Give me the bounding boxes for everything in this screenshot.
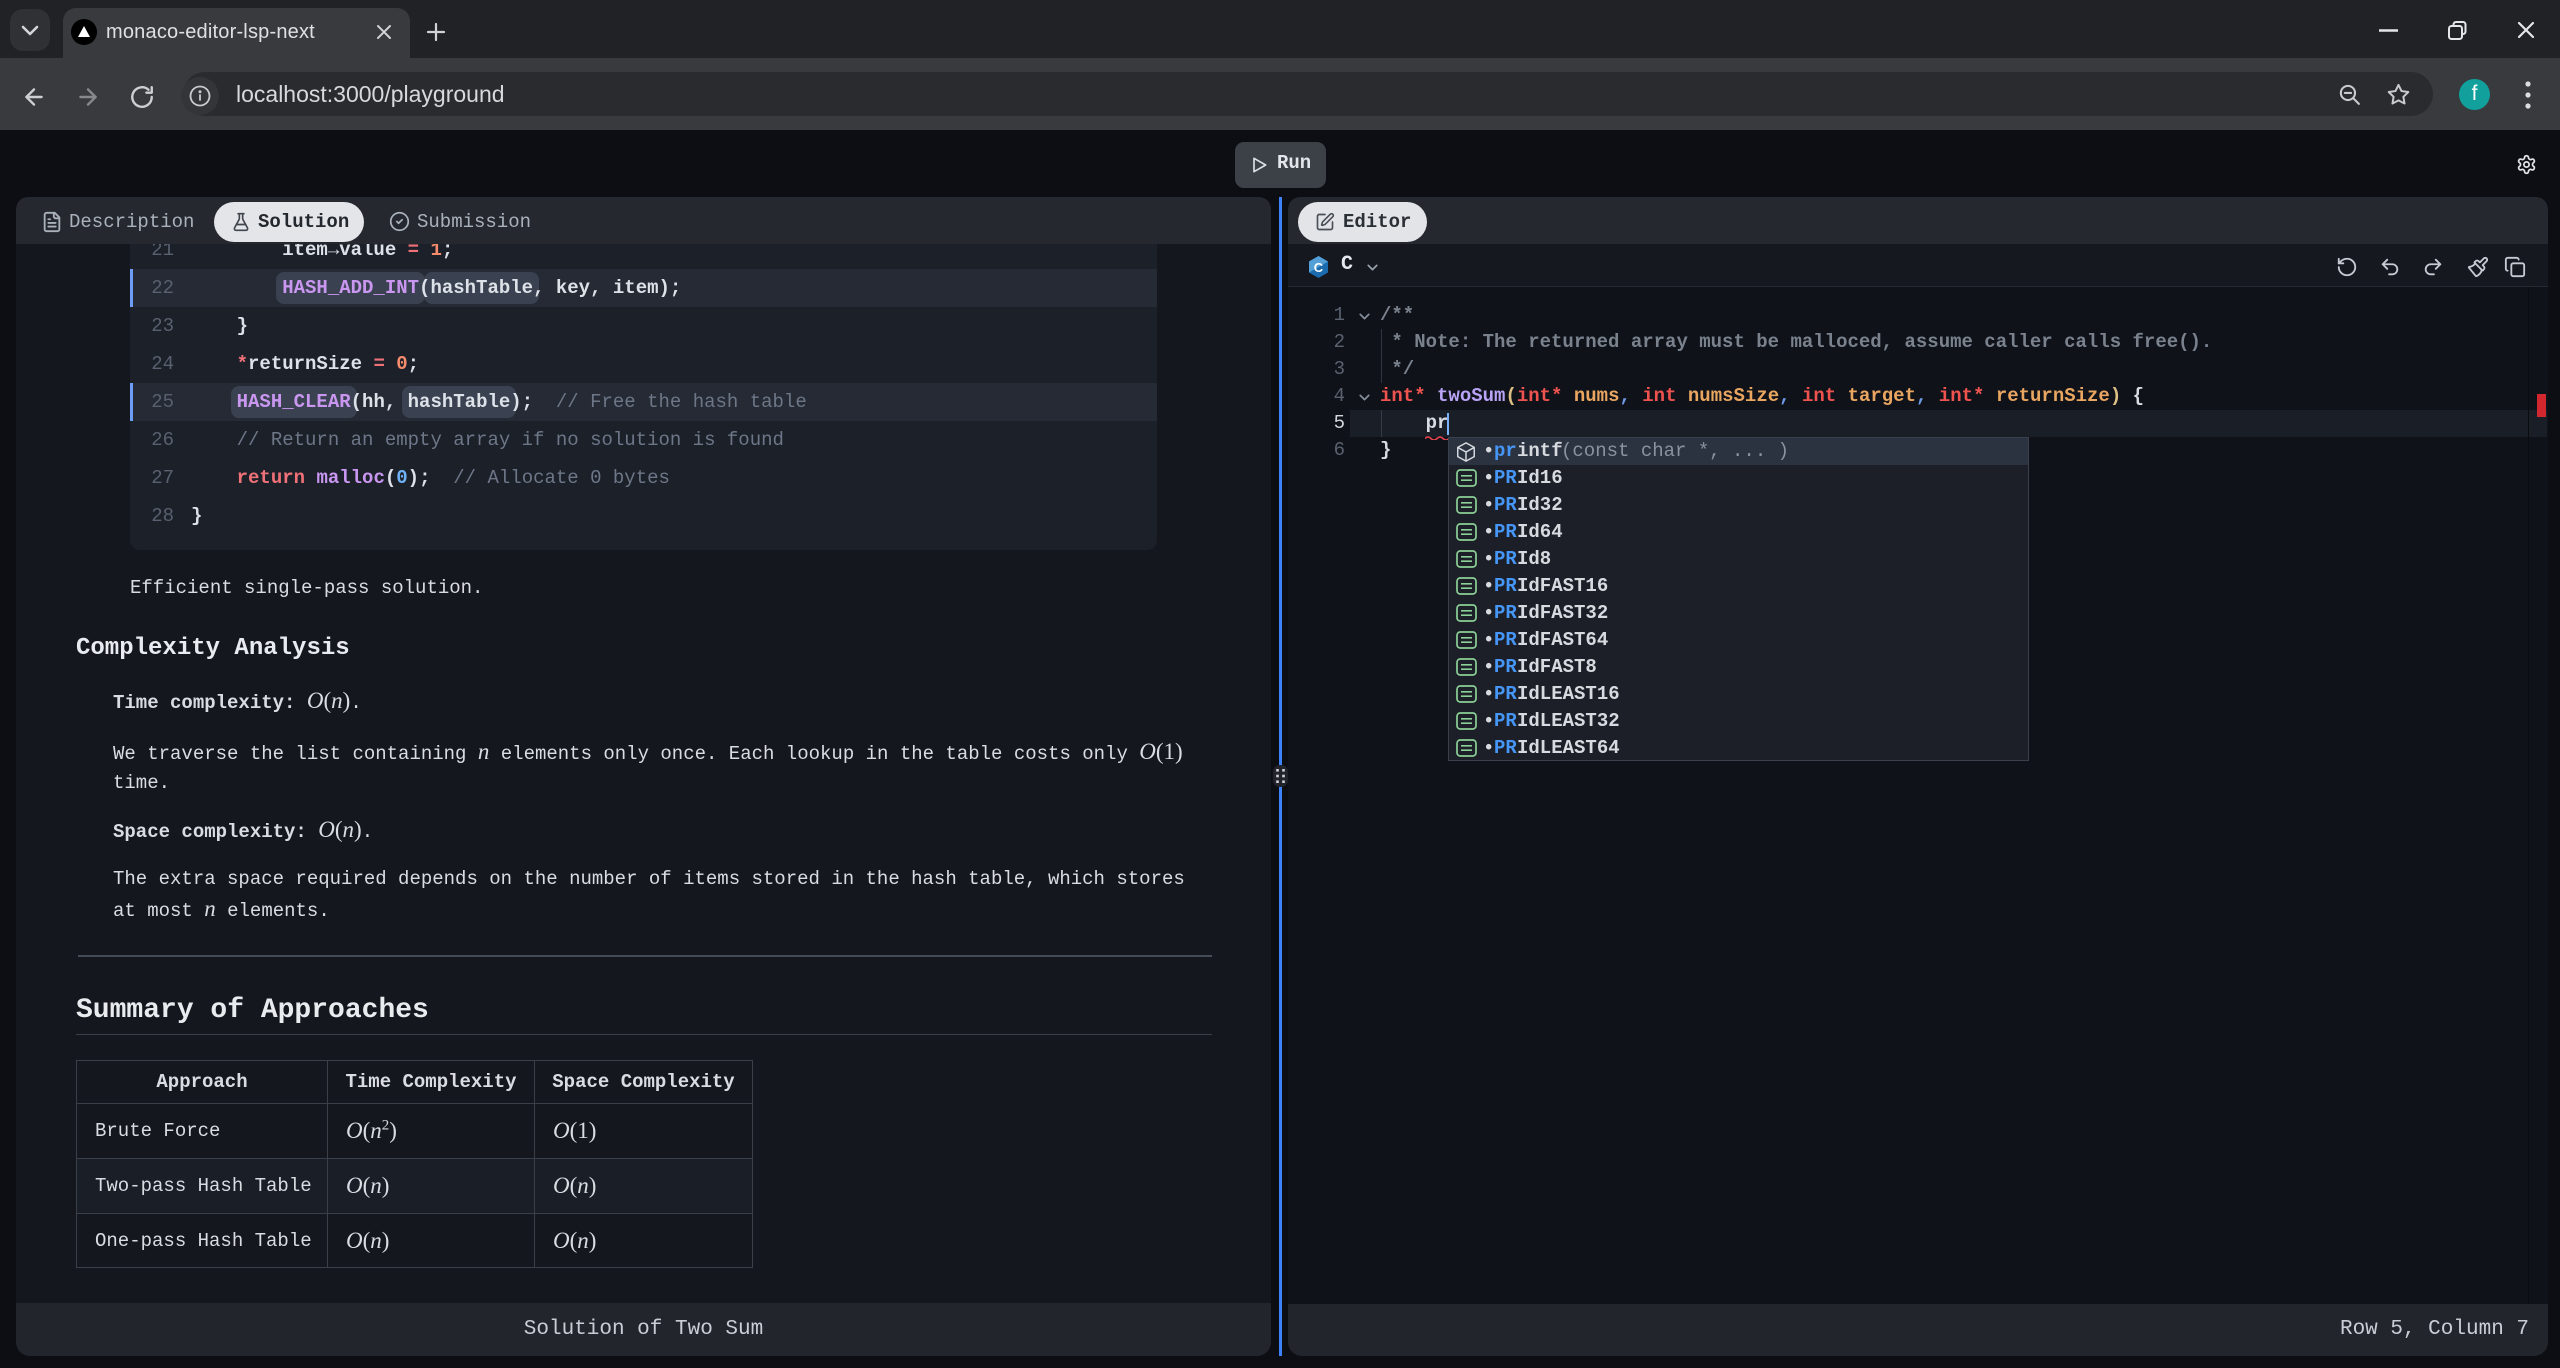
svg-text:C: C <box>1314 260 1324 275</box>
